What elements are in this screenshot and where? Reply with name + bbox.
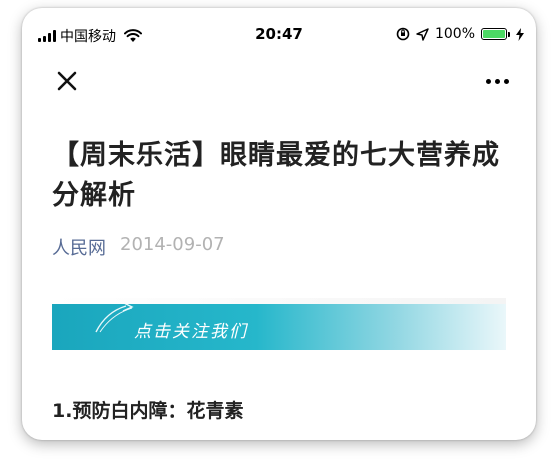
- close-icon[interactable]: [52, 66, 82, 96]
- section-heading: 1.预防白内障：花青素: [52, 400, 244, 422]
- article-meta: 人民网 2014-09-07: [52, 234, 225, 260]
- article-title: 【周末乐活】眼睛最爱的七大营养成分解析: [52, 140, 500, 211]
- follow-banner[interactable]: 点击关注我们: [52, 304, 506, 350]
- location-arrow-icon: [416, 27, 429, 41]
- banner-text: 点击关注我们: [134, 322, 248, 342]
- charging-bolt-icon: [516, 27, 524, 41]
- orientation-lock-icon: [396, 27, 410, 41]
- status-right: 100%: [396, 26, 524, 42]
- article-author-link[interactable]: 人民网: [52, 234, 106, 260]
- more-icon[interactable]: [486, 72, 522, 90]
- battery-icon: [481, 28, 510, 40]
- status-bar: 中国移动 20:47 100%: [22, 8, 536, 58]
- phone-screen: 中国移动 20:47 100% 【周末乐活】眼睛最爱的七大营养成分解析 人民网 …: [22, 8, 536, 440]
- battery-fill: [483, 30, 505, 38]
- battery-percent: 100%: [434, 26, 475, 42]
- article-date: 2014-09-07: [120, 234, 225, 255]
